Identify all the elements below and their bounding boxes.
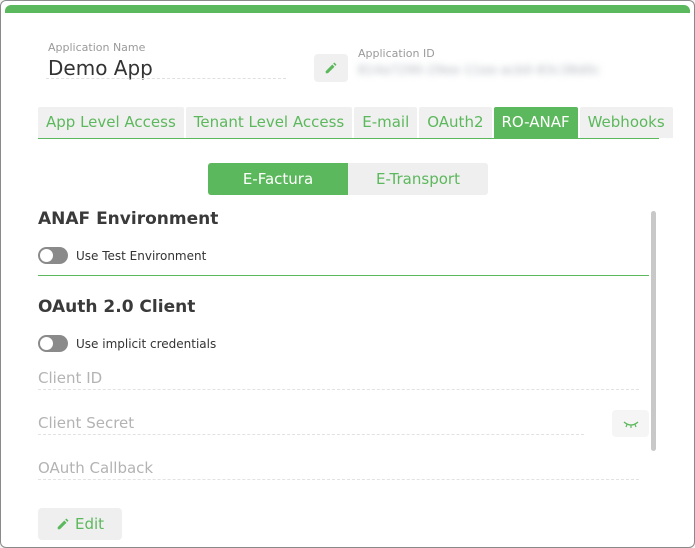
client-id-input[interactable] xyxy=(38,366,639,390)
application-card: Application Name Demo App Application ID… xyxy=(0,0,695,548)
callback-wrap xyxy=(38,456,639,480)
edit-button[interactable]: Edit xyxy=(38,508,122,540)
tab-tenant-level-access[interactable]: Tenant Level Access xyxy=(185,107,353,138)
oauth-callback-input[interactable] xyxy=(38,456,639,480)
tab-ro-anaf[interactable]: RO-ANAF xyxy=(493,107,578,138)
test-environment-label: Use Test Environment xyxy=(76,248,207,263)
client-secret-wrap xyxy=(38,411,584,435)
app-name-value: Demo App xyxy=(48,56,153,80)
implicit-credentials-toggle[interactable] xyxy=(38,335,68,352)
implicit-credentials-row: Use implicit credentials xyxy=(38,335,216,352)
tab-oauth2[interactable]: OAuth2 xyxy=(419,107,492,138)
scrollbar[interactable] xyxy=(651,211,656,451)
client-secret-input[interactable] xyxy=(38,411,584,435)
tab-email[interactable]: E-mail xyxy=(354,107,418,138)
toggle-knob xyxy=(40,337,53,350)
edit-name-button[interactable] xyxy=(314,54,348,82)
app-id-value: 814a7290-29ee-11ee-acb0-83c38d0c xyxy=(358,63,601,77)
anaf-environment-title: ANAF Environment xyxy=(38,209,219,229)
tab-app-level-access[interactable]: App Level Access xyxy=(38,107,184,138)
eye-closed-icon xyxy=(623,420,638,428)
edit-button-label: Edit xyxy=(74,515,105,533)
app-name-label: Application Name xyxy=(48,41,146,54)
client-id-wrap xyxy=(38,366,639,390)
tab-webhooks[interactable]: Webhooks xyxy=(579,107,673,138)
toggle-knob xyxy=(40,249,53,262)
tabs-underline xyxy=(38,138,659,139)
segment-e-factura[interactable]: E-Factura xyxy=(208,163,348,195)
section-divider xyxy=(38,275,649,276)
oauth-client-title: OAuth 2.0 Client xyxy=(38,297,196,317)
implicit-credentials-label: Use implicit credentials xyxy=(76,336,217,351)
service-segmented-control: E-Factura E-Transport xyxy=(208,163,488,195)
settings-tabs: App Level Access Tenant Level Access E-m… xyxy=(38,107,675,138)
pencil-icon xyxy=(325,62,337,74)
segment-e-transport[interactable]: E-Transport xyxy=(348,163,488,195)
pencil-icon xyxy=(57,518,69,530)
toggle-secret-visibility-button[interactable] xyxy=(612,410,649,437)
app-id-label: Application ID xyxy=(358,47,435,60)
accent-top-bar xyxy=(5,5,690,13)
test-environment-row: Use Test Environment xyxy=(38,247,206,264)
test-environment-toggle[interactable] xyxy=(38,247,68,264)
app-name-underline xyxy=(46,78,286,79)
